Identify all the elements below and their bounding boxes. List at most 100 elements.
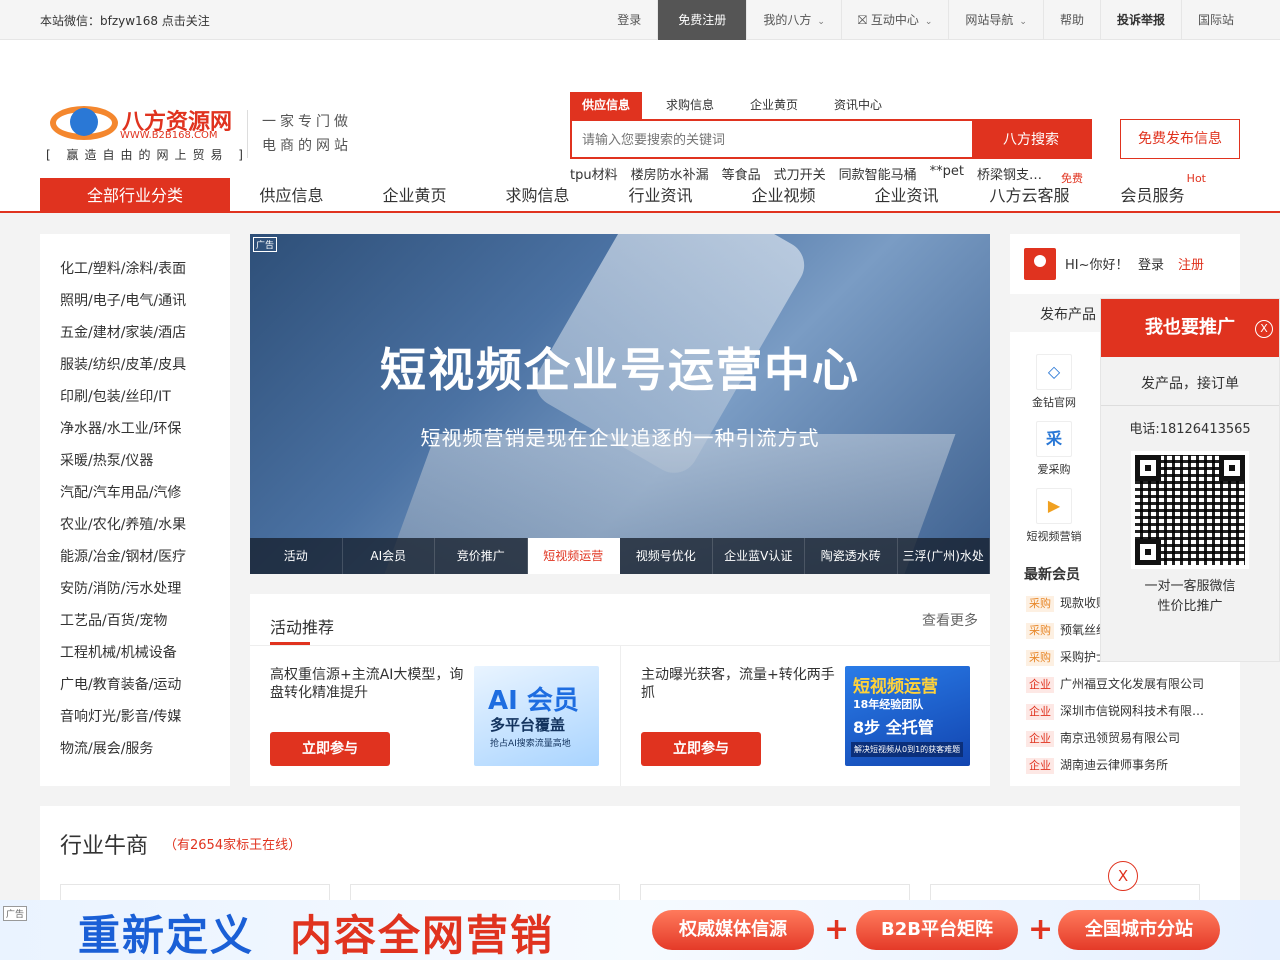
member-item[interactable]: 企业 广州福豆文化发展有限公司 [1026, 675, 1236, 702]
banner-tab[interactable]: 陶瓷透水砖 [805, 538, 898, 574]
free-publish-button[interactable]: 免费发布信息 [1120, 119, 1240, 159]
nav-item-cloud-service[interactable]: 八方云客服 免费 [968, 172, 1091, 213]
banner-tab[interactable]: 活动 [250, 538, 343, 574]
category-item[interactable]: 工程机械/机械设备 [40, 640, 230, 672]
cai-icon: 采 [1036, 421, 1072, 457]
category-item[interactable]: 五金/建材/家装/酒店 [40, 320, 230, 352]
category-item[interactable]: 安防/消防/污水处理 [40, 576, 230, 608]
short-video-image[interactable]: 短视频运营 18年经验团队 8步 全托管 解决短视频从0到1的获客难题 [845, 666, 970, 766]
ad-headline: 重新定义 [78, 911, 255, 960]
search-button[interactable]: 八方搜索 [972, 121, 1090, 157]
search-input[interactable] [572, 121, 972, 157]
panel-login-link[interactable]: 登录 [1138, 254, 1164, 273]
promo-phone: 电话:18126413565 [1129, 422, 1251, 437]
ai-member-image[interactable]: AI 会员 多平台覆盖 抢占AI搜索流量高地 [474, 666, 599, 766]
image-text: 8步 全托管 [853, 718, 934, 737]
free-badge: 免费 [1061, 172, 1083, 185]
activity-text[interactable]: 主动曝光获客，流量+转化两手抓 [641, 666, 836, 702]
tagline: 一家专门做 电商的网站 [247, 110, 352, 158]
banner-tab[interactable]: AI会员 [343, 538, 435, 574]
register-link[interactable]: 免费注册 [658, 0, 748, 40]
nav-item-buy[interactable]: 求购信息 [476, 178, 599, 213]
my-bafang-menu[interactable]: 我的八方 ⌄ [747, 0, 842, 40]
join-button[interactable]: 立即参与 [270, 732, 390, 766]
promo-caption: 性价比推广 [1157, 599, 1223, 614]
category-item[interactable]: 印刷/包装/丝印/IT [40, 384, 230, 416]
nav-item-supply[interactable]: 供应信息 [230, 178, 353, 213]
search-area: 供应信息 求购信息 企业黄页 资讯中心 八方搜索 [570, 92, 1092, 159]
category-item[interactable]: 物流/展会/服务 [40, 736, 230, 768]
tag-purchase: 采购 [1026, 623, 1054, 639]
interact-center-menu[interactable]: ⛝ 互动中心 ⌄ [842, 0, 950, 40]
search-tab-news[interactable]: 资讯中心 [822, 92, 894, 119]
site-logo[interactable]: 八方资源网 WWW.B2B168.COM [ 赢造自由的网上贸易 ] [46, 104, 243, 164]
activity-text[interactable]: 高权重信源+主流AI大模型，询盘转化精准提升 [270, 666, 465, 702]
service-aicaigou[interactable]: 采 爱采购 [1024, 421, 1084, 477]
promo-popup: 我也要推广 X 发产品，接订单 电话:18126413565 一对一客服微信 性… [1100, 298, 1280, 662]
bottom-ad-banner[interactable]: 广告 重新定义 内容全网营销 权威媒体信源 + B2B平台矩阵 + 全国城市分站 [0, 900, 1280, 960]
intl-link[interactable]: 国际站 [1182, 0, 1250, 40]
category-item[interactable]: 汽配/汽车用品/汽修 [40, 480, 230, 512]
image-text: 18年经验团队 [853, 698, 924, 711]
member-name: 深圳市信锐网科技术有限… [1060, 704, 1205, 718]
report-link[interactable]: 投诉举报 [1101, 0, 1182, 40]
category-item[interactable]: 化工/塑料/涂料/表面 [40, 256, 230, 288]
all-categories-button[interactable]: 全部行业分类 [40, 178, 230, 213]
category-item[interactable]: 农业/农化/养殖/水果 [40, 512, 230, 544]
category-item[interactable]: 采暖/热泵/仪器 [40, 448, 230, 480]
image-text: AI 会员 [488, 686, 579, 716]
category-item[interactable]: 净水器/水工业/环保 [40, 416, 230, 448]
search-tab-supply[interactable]: 供应信息 [570, 92, 643, 119]
member-name: 湖南迪云律师事务所 [1060, 758, 1169, 772]
member-name: 南京迅领贸易有限公司 [1060, 731, 1181, 745]
member-name: 广州福豆文化发展有限公司 [1060, 677, 1205, 691]
site-nav-menu[interactable]: 网站导航 ⌄ [949, 0, 1044, 40]
nav-item-company-news[interactable]: 企业资讯 [845, 178, 968, 213]
category-item[interactable]: 照明/电子/电气/通讯 [40, 288, 230, 320]
logo-slogan: [ 赢造自由的网上贸易 ] [46, 148, 249, 162]
nav-item-industry-news[interactable]: 行业资讯 [599, 178, 722, 213]
hero-banner[interactable]: 广告 短视频企业号运营中心 短视频营销是现在企业追逐的一种引流方式 活动 AI会… [250, 234, 990, 574]
view-more-link[interactable]: 查看更多 [922, 610, 978, 630]
nav-item-yellowpage[interactable]: 企业黄页 [353, 178, 476, 213]
plus-icon: + [1028, 912, 1054, 947]
login-link[interactable]: 登录 [601, 0, 659, 40]
ad-pill: 全国城市分站 [1058, 910, 1220, 950]
member-item[interactable]: 企业 深圳市信锐网科技术有限… [1026, 702, 1236, 729]
qr-finder [1219, 455, 1245, 481]
nav-item-label: 八方云客服 [989, 186, 1070, 205]
tagline-line2: 电商的网站 [262, 138, 352, 154]
search-tab-yellowpage[interactable]: 企业黄页 [738, 92, 810, 119]
wechat-follow[interactable]: 本站微信：bfzyw168 点击关注 [40, 12, 210, 29]
image-text: 解决短视频从0到1的获客难题 [851, 742, 964, 757]
category-item[interactable]: 音响灯光/影音/传媒 [40, 704, 230, 736]
member-item[interactable]: 企业 南京迅领贸易有限公司 [1026, 729, 1236, 756]
category-item[interactable]: 能源/冶金/钢材/医疗 [40, 544, 230, 576]
category-list: 化工/塑料/涂料/表面 照明/电子/电气/通讯 五金/建材/家装/酒店 服装/纺… [40, 234, 230, 786]
banner-tab[interactable]: 视频号优化 [620, 538, 713, 574]
banner-tab[interactable]: 竞价推广 [435, 538, 528, 574]
nav-item-video[interactable]: 企业视频 [722, 178, 845, 213]
banner-tab[interactable]: 企业蓝V认证 [713, 538, 805, 574]
member-item[interactable]: 企业 湖南迪云律师事务所 [1026, 756, 1236, 783]
service-short-video[interactable]: ▶ 短视频营销 [1024, 488, 1084, 544]
close-icon[interactable]: X [1108, 861, 1138, 891]
panel-register-link[interactable]: 注册 [1178, 254, 1204, 273]
close-icon[interactable]: X [1255, 320, 1273, 338]
banner-tab-active[interactable]: 短视频运营 [527, 538, 620, 574]
help-link[interactable]: 帮助 [1044, 0, 1101, 40]
nav-item-member-service[interactable]: 会员服务 Hot [1091, 172, 1214, 213]
chevron-down-icon: ⌄ [924, 17, 933, 27]
publish-label: 发布产品 [1040, 307, 1096, 323]
promo-title: 我也要推广 [1145, 317, 1235, 338]
join-button[interactable]: 立即参与 [641, 732, 761, 766]
category-item[interactable]: 广电/教育装备/运动 [40, 672, 230, 704]
tag-purchase: 采购 [1026, 596, 1054, 612]
search-tab-buy[interactable]: 求购信息 [654, 92, 726, 119]
service-jinzuan[interactable]: ◇ 金钻官网 [1024, 354, 1084, 410]
banner-tab[interactable]: 三浮(广州)水处 [898, 538, 990, 574]
category-item[interactable]: 服装/纺织/皮革/皮具 [40, 352, 230, 384]
category-item[interactable]: 工艺品/百货/宠物 [40, 608, 230, 640]
tagline-line1: 一家专门做 [262, 114, 352, 130]
search-tabs: 供应信息 求购信息 企业黄页 资讯中心 [570, 92, 1092, 119]
